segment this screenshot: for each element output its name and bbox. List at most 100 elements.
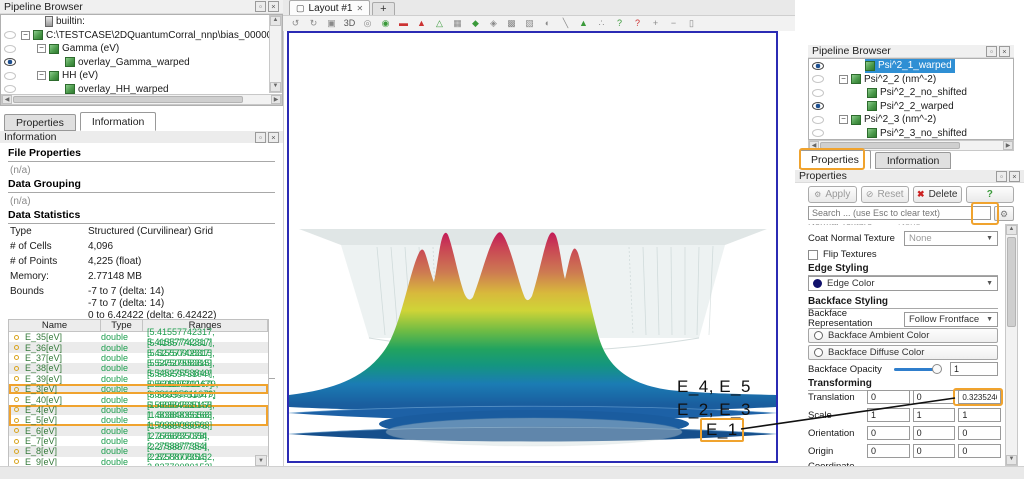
scale-y-input[interactable] bbox=[913, 408, 956, 422]
properties-vscrollbar[interactable]: ▲ ▼ bbox=[1005, 224, 1018, 466]
backface-diffuse-color-button[interactable]: Backface Diffuse Color bbox=[808, 345, 998, 360]
close-icon[interactable]: × bbox=[1009, 171, 1020, 182]
backface-opacity-slider[interactable] bbox=[894, 363, 946, 375]
toolbar-icon[interactable]: ↺ bbox=[287, 17, 304, 30]
expander-icon[interactable]: − bbox=[37, 44, 46, 53]
close-icon[interactable]: × bbox=[268, 1, 279, 12]
toolbar-icon[interactable]: ▲ bbox=[413, 17, 430, 30]
add-layout-tab[interactable]: + bbox=[372, 2, 394, 15]
backface-representation-select[interactable]: Follow Frontface▼ bbox=[904, 312, 998, 327]
toolbar-icon[interactable]: 3D bbox=[341, 17, 358, 30]
toolbar-icon[interactable]: ◈ bbox=[485, 17, 502, 30]
close-tab-icon[interactable]: ✕ bbox=[356, 4, 363, 13]
render-view[interactable]: E_4, E_5 E_2, E_3 E_1 bbox=[287, 31, 778, 463]
pipeline-item[interactable]: − overlay_Gamma_warped bbox=[1, 56, 282, 70]
visibility-eye-icon[interactable] bbox=[4, 58, 16, 66]
close-icon[interactable]: × bbox=[268, 132, 279, 143]
undock-icon[interactable]: ▫ bbox=[986, 46, 997, 57]
toolbar-icon[interactable]: ◆ bbox=[467, 17, 484, 30]
expander-icon[interactable]: − bbox=[839, 75, 848, 84]
toolbar-icon[interactable]: ∴ bbox=[593, 17, 610, 30]
apply-button[interactable]: ⚙Apply bbox=[808, 186, 857, 203]
toolbar-icon[interactable]: ▲ bbox=[575, 17, 592, 30]
toolbar-icon[interactable]: + bbox=[647, 17, 664, 30]
translation-x-input[interactable] bbox=[867, 390, 910, 404]
pipeline-item[interactable]: − Psi^2_2_no_shifted bbox=[809, 86, 1013, 100]
toolbar-icon[interactable]: ◎ bbox=[359, 17, 376, 30]
layout-tab[interactable]: ▢ Layout #1 ✕ bbox=[289, 0, 370, 15]
close-icon[interactable]: × bbox=[999, 46, 1010, 57]
toolbar-icon[interactable]: ▩ bbox=[503, 17, 520, 30]
origin-y-input[interactable] bbox=[913, 444, 956, 458]
toolbar-icon[interactable]: ▣ bbox=[323, 17, 340, 30]
toolbar-icon[interactable]: ◉ bbox=[377, 17, 394, 30]
settings-gear-button[interactable]: ⚙ bbox=[994, 206, 1014, 221]
visibility-eye-icon[interactable] bbox=[4, 31, 16, 39]
pipeline-item[interactable]: − C:\TESTCASE\2DQuantumCorral_nnp\bias_0… bbox=[1, 29, 282, 43]
toolbar-icon[interactable]: ▦ bbox=[449, 17, 466, 30]
visibility-eye-icon[interactable] bbox=[812, 102, 824, 110]
toolbar-icon[interactable]: ▬ bbox=[395, 17, 412, 30]
backface-opacity-input[interactable] bbox=[950, 362, 998, 376]
slider-thumb[interactable] bbox=[932, 364, 942, 374]
origin-z-input[interactable] bbox=[958, 444, 1001, 458]
visibility-eye-icon[interactable] bbox=[4, 45, 16, 53]
pipeline-item[interactable]: − Psi^2_3 (nm^-2) bbox=[809, 113, 1013, 127]
orientation-y-input[interactable] bbox=[913, 426, 956, 440]
undock-icon[interactable]: ▫ bbox=[996, 171, 1007, 182]
toolbar-icon[interactable]: ? bbox=[629, 17, 646, 30]
pipeline-item[interactable]: − Gamma (eV) bbox=[1, 42, 282, 56]
flip-textures-checkbox[interactable] bbox=[808, 250, 818, 260]
tab-information-right[interactable]: Information bbox=[875, 152, 952, 169]
pipeline-item[interactable]: − Psi^2_1_warped bbox=[809, 59, 1013, 73]
expander-icon[interactable]: − bbox=[37, 71, 46, 80]
pipeline-item[interactable]: − Psi^2_2 (nm^-2) bbox=[809, 73, 1013, 87]
search-input[interactable] bbox=[808, 206, 991, 220]
toolbar-icon[interactable]: ▯ bbox=[683, 17, 700, 30]
undock-icon[interactable]: ▫ bbox=[255, 1, 266, 12]
orientation-x-input[interactable] bbox=[867, 426, 910, 440]
left-tree-vscrollbar[interactable]: ▲ ▼ bbox=[269, 15, 282, 93]
coat-normal-texture-select[interactable]: None▼ bbox=[904, 231, 998, 246]
visibility-eye-icon[interactable] bbox=[4, 85, 16, 93]
flip-textures-row[interactable]: Flip Textures bbox=[808, 249, 998, 260]
orientation-z-input[interactable] bbox=[958, 426, 1001, 440]
toolbar-icon[interactable]: − bbox=[665, 17, 682, 30]
scale-z-input[interactable] bbox=[958, 408, 1001, 422]
help-button[interactable]: ? bbox=[966, 186, 1015, 203]
origin-x-input[interactable] bbox=[867, 444, 910, 458]
tab-properties-left[interactable]: Properties bbox=[4, 114, 76, 131]
tab-properties-right[interactable]: Properties bbox=[799, 150, 871, 169]
pipeline-item[interactable]: − Psi^2_2_warped bbox=[809, 100, 1013, 114]
visibility-eye-icon[interactable] bbox=[812, 75, 824, 83]
expander-icon[interactable]: − bbox=[839, 115, 848, 124]
undock-icon[interactable]: ▫ bbox=[255, 132, 266, 143]
reset-button[interactable]: ⊘Reset bbox=[861, 186, 910, 203]
toolbar-icon[interactable]: ↻ bbox=[305, 17, 322, 30]
scale-x-input[interactable] bbox=[867, 408, 910, 422]
backface-ambient-color-button[interactable]: Backface Ambient Color bbox=[808, 328, 998, 343]
table-scroll-down-icon[interactable]: ▼ bbox=[255, 455, 267, 466]
translation-z-input[interactable] bbox=[958, 390, 1001, 404]
delete-button[interactable]: ✖Delete bbox=[913, 186, 962, 203]
edge-color-select[interactable]: Edge Color▼ bbox=[808, 276, 998, 291]
tab-information-left[interactable]: Information bbox=[80, 112, 157, 131]
toolbar-icon[interactable]: ◐ bbox=[539, 17, 556, 30]
left-tree-hscrollbar[interactable]: ◀ ▶ bbox=[1, 94, 282, 105]
translation-y-input[interactable] bbox=[913, 390, 956, 404]
visibility-eye-icon[interactable] bbox=[812, 129, 824, 137]
visibility-eye-icon[interactable] bbox=[812, 116, 824, 124]
toolbar-icon[interactable]: ? bbox=[611, 17, 628, 30]
pipeline-item-label: HH (eV) bbox=[62, 70, 98, 81]
toolbar-icon[interactable]: ▧ bbox=[521, 17, 538, 30]
pipeline-item[interactable]: − HH (eV) bbox=[1, 69, 282, 83]
visibility-eye-icon[interactable] bbox=[812, 89, 824, 97]
visibility-eye-icon[interactable] bbox=[4, 72, 16, 80]
pipeline-item[interactable]: − Psi^2_3_no_shifted bbox=[809, 127, 1013, 141]
panel-divider[interactable] bbox=[283, 0, 284, 466]
toolbar-icon[interactable]: ╲ bbox=[557, 17, 574, 30]
pipeline-item[interactable]: − builtin: bbox=[1, 15, 282, 29]
visibility-eye-icon[interactable] bbox=[812, 62, 824, 70]
expander-icon[interactable]: − bbox=[21, 31, 30, 40]
toolbar-icon[interactable]: △ bbox=[431, 17, 448, 30]
